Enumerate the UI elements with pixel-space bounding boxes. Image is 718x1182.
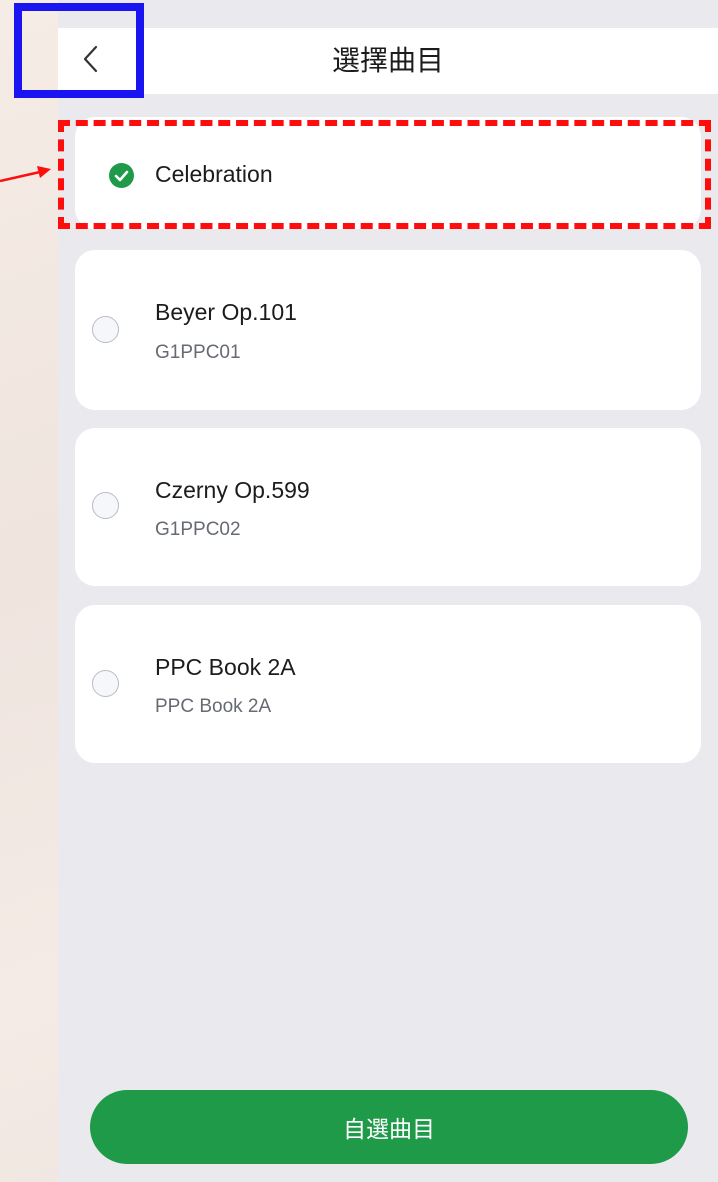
annotation-box-red <box>58 120 711 229</box>
item-subtitle: G1PPC01 <box>155 342 241 363</box>
item-subtitle: G1PPC02 <box>155 519 241 540</box>
radio-empty-icon[interactable] <box>92 670 119 697</box>
item-subtitle: PPC Book 2A <box>155 696 272 717</box>
item-title: Czerny Op.599 <box>155 477 310 503</box>
item-title: PPC Book 2A <box>155 654 296 680</box>
list-item[interactable]: PPC Book 2A PPC Book 2A <box>75 605 701 763</box>
radio-empty-icon[interactable] <box>92 492 119 519</box>
page-title: 選擇曲目 <box>331 44 444 77</box>
annotation-arrow-icon <box>0 160 52 195</box>
list-item[interactable]: Beyer Op.101 G1PPC01 <box>75 250 701 410</box>
list-item[interactable]: Czerny Op.599 G1PPC02 <box>75 428 701 586</box>
annotation-box-blue <box>14 3 144 98</box>
header-bar: 選擇曲目 <box>58 28 718 94</box>
item-title: Beyer Op.101 <box>155 299 297 325</box>
radio-empty-icon[interactable] <box>92 316 119 343</box>
custom-song-button[interactable]: 自選曲目 <box>90 1090 688 1164</box>
